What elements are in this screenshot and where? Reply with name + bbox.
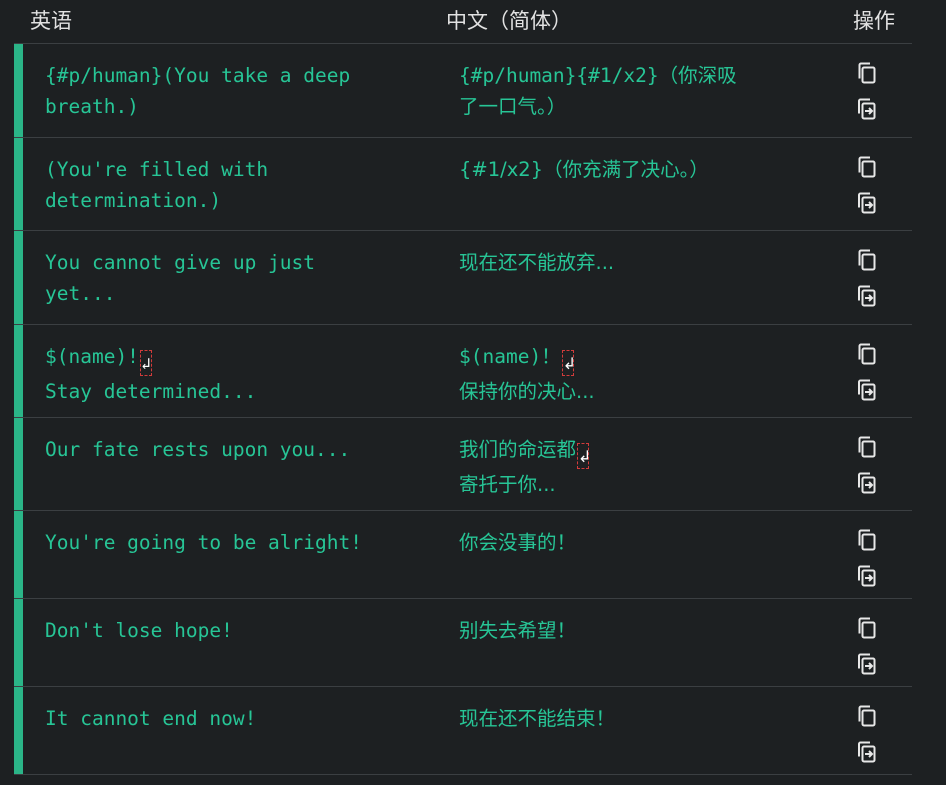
chinese-line: {#1/x2}（你充满了决心。） bbox=[459, 158, 709, 181]
copy-icon[interactable] bbox=[854, 154, 880, 180]
copy-to-translation-icon[interactable] bbox=[854, 190, 880, 216]
chinese-translation-cell[interactable]: $(name)！ ↲ 保持你的决心... bbox=[459, 341, 779, 407]
table-header: 英语 中文（简体） 操作 bbox=[0, 0, 946, 43]
column-header-actions: 操作 bbox=[853, 9, 895, 33]
english-line: $(name)! bbox=[45, 345, 139, 368]
copy-icon[interactable] bbox=[854, 247, 880, 273]
english-line: (You're filled with bbox=[45, 158, 269, 181]
copy-to-translation-icon[interactable] bbox=[854, 377, 880, 403]
copy-to-translation-icon[interactable] bbox=[854, 739, 880, 765]
english-line: Stay determined... bbox=[45, 380, 257, 403]
english-source-cell: You're going to be alright! bbox=[45, 527, 435, 558]
row-actions bbox=[854, 615, 884, 687]
copy-to-translation-icon[interactable] bbox=[854, 96, 880, 122]
english-source-cell: Our fate rests upon you... bbox=[45, 434, 435, 465]
copy-to-translation-icon[interactable] bbox=[854, 651, 880, 677]
chinese-translation-cell[interactable]: 别失去希望！ bbox=[459, 615, 779, 646]
chinese-line: $(name)！ bbox=[459, 345, 561, 368]
chinese-line: 了一口气。） bbox=[459, 95, 567, 118]
copy-icon[interactable] bbox=[854, 615, 880, 641]
chinese-line: 别失去希望！ bbox=[459, 619, 577, 642]
row-actions bbox=[854, 703, 884, 775]
chinese-translation-cell[interactable]: 现在还不能放弃... bbox=[459, 247, 779, 278]
english-line: You're going to be alright! bbox=[45, 531, 362, 554]
table-row[interactable]: (You're filled with determination.) {#1/… bbox=[14, 137, 912, 230]
row-actions bbox=[854, 434, 884, 506]
table-row[interactable]: You're going to be alright! 你会没事的！ bbox=[14, 510, 912, 598]
table-row[interactable]: You cannot give up just yet... 现在还不能放弃..… bbox=[14, 230, 912, 324]
chinese-translation-cell[interactable]: 现在还不能结束！ bbox=[459, 703, 779, 734]
chinese-line: 寄托于你... bbox=[459, 473, 556, 496]
row-actions bbox=[854, 341, 884, 413]
english-line: {#p/human}(You take a deep bbox=[45, 64, 351, 87]
copy-icon[interactable] bbox=[854, 527, 880, 553]
copy-to-translation-icon[interactable] bbox=[854, 470, 880, 496]
english-line: Don't lose hope! bbox=[45, 619, 233, 642]
line-break-marker: ↲ bbox=[561, 350, 576, 376]
english-line: yet... bbox=[45, 282, 116, 305]
copy-icon[interactable] bbox=[854, 60, 880, 86]
chinese-line: 现在还不能放弃... bbox=[459, 251, 615, 274]
copy-icon[interactable] bbox=[854, 434, 880, 460]
table-row[interactable]: Our fate rests upon you... 我们的命运都 ↲ 寄托于你.… bbox=[14, 417, 912, 510]
table-row[interactable]: It cannot end now! 现在还不能结束！ bbox=[14, 686, 912, 775]
chinese-line: 我们的命运都 bbox=[459, 438, 577, 461]
chinese-line: 保持你的决心... bbox=[459, 380, 595, 403]
english-source-cell: Don't lose hope! bbox=[45, 615, 435, 646]
row-actions bbox=[854, 247, 884, 319]
table-row[interactable]: $(name)! ↲ Stay determined... $(name)！ ↲ 保… bbox=[14, 324, 912, 417]
copy-to-translation-icon[interactable] bbox=[854, 283, 880, 309]
english-source-cell: {#p/human}(You take a deep breath.) bbox=[45, 60, 435, 122]
english-line: It cannot end now! bbox=[45, 707, 257, 730]
row-actions bbox=[854, 154, 884, 226]
row-actions bbox=[854, 60, 884, 132]
chinese-line: 现在还不能结束！ bbox=[459, 707, 616, 730]
copy-to-translation-icon[interactable] bbox=[854, 563, 880, 589]
english-source-cell: $(name)! ↲ Stay determined... bbox=[45, 341, 435, 407]
english-line: You cannot give up just bbox=[45, 251, 316, 274]
chinese-translation-cell[interactable]: 我们的命运都 ↲ 寄托于你... bbox=[459, 434, 779, 500]
chinese-translation-cell[interactable]: 你会没事的！ bbox=[459, 527, 779, 558]
table-row[interactable]: Don't lose hope! 别失去希望！ bbox=[14, 598, 912, 686]
column-header-english: 英语 bbox=[30, 9, 72, 33]
translation-table: {#p/human}(You take a deep breath.) {#p/… bbox=[14, 43, 912, 775]
chinese-translation-cell[interactable]: {#p/human}{#1/x2}（你深吸 了一口气。） bbox=[459, 60, 779, 122]
chinese-translation-cell[interactable]: {#1/x2}（你充满了决心。） bbox=[459, 154, 779, 185]
row-actions bbox=[854, 527, 884, 599]
english-line: Our fate rests upon you... bbox=[45, 438, 351, 461]
chinese-line: {#p/human}{#1/x2}（你深吸 bbox=[459, 64, 737, 87]
copy-icon[interactable] bbox=[854, 703, 880, 729]
line-break-marker: ↲ bbox=[139, 350, 152, 376]
copy-icon[interactable] bbox=[854, 341, 880, 367]
english-source-cell: You cannot give up just yet... bbox=[45, 247, 435, 309]
english-line: breath.) bbox=[45, 95, 139, 118]
line-break-marker: ↲ bbox=[577, 443, 591, 469]
table-row[interactable]: {#p/human}(You take a deep breath.) {#p/… bbox=[14, 43, 912, 137]
english-line: determination.) bbox=[45, 189, 222, 212]
english-source-cell: It cannot end now! bbox=[45, 703, 435, 734]
english-source-cell: (You're filled with determination.) bbox=[45, 154, 435, 216]
chinese-line: 你会没事的！ bbox=[459, 531, 577, 554]
column-header-chinese: 中文（简体） bbox=[446, 9, 572, 33]
